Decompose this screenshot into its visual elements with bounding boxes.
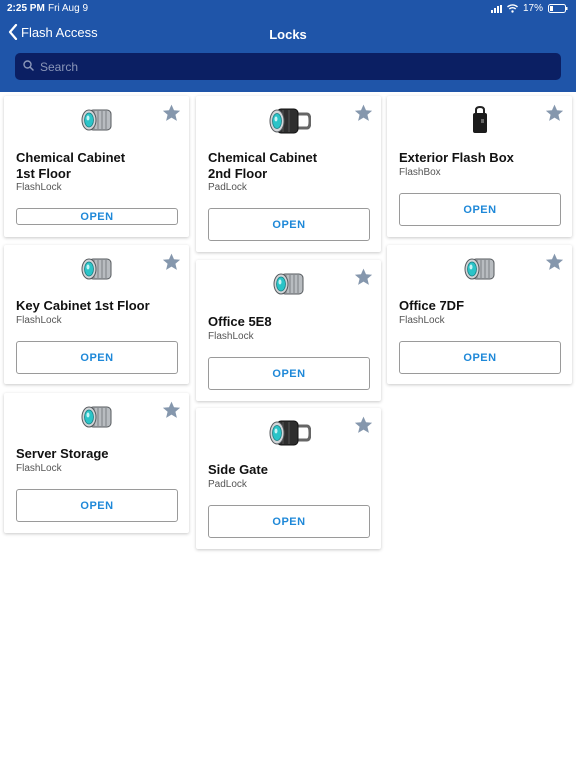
lock-type: FlashLock <box>16 315 62 326</box>
lock-name: Chemical Cabinet 1st Floor <box>16 150 126 181</box>
wifi-icon <box>506 4 518 13</box>
open-button[interactable]: OPEN <box>16 341 178 374</box>
lock-card[interactable]: Key Cabinet 1st Floor FlashLock OPEN <box>4 245 189 384</box>
open-button[interactable]: OPEN <box>399 341 561 374</box>
status-date: Fri Aug 9 <box>48 3 89 14</box>
battery-percent: 17% <box>522 3 543 14</box>
open-button[interactable]: OPEN <box>399 193 561 226</box>
lock-type: FlashLock <box>16 463 62 474</box>
lock-card[interactable]: Server Storage FlashLock OPEN <box>4 393 189 533</box>
lock-type: PadLock <box>208 479 247 490</box>
lock-name: Office 5E8 <box>208 314 272 329</box>
lock-card[interactable]: Office 7DF FlashLock OPEN <box>387 245 572 384</box>
lock-card[interactable]: Chemical Cabinet 1st Floor FlashLock OPEN <box>4 96 189 237</box>
open-button[interactable]: OPEN <box>208 357 370 390</box>
lock-type: FlashBox <box>399 167 441 178</box>
open-button[interactable]: OPEN <box>16 208 178 225</box>
lock-card[interactable]: Exterior Flash Box FlashBox OPEN <box>387 96 572 237</box>
open-button[interactable]: OPEN <box>16 489 178 522</box>
status-indicators: 17% <box>490 3 568 14</box>
lock-card[interactable]: Office 5E8 FlashLock OPEN <box>196 260 381 401</box>
lock-name: Key Cabinet 1st Floor <box>16 298 150 313</box>
app-header: 2:25 PM Fri Aug 9 17% Flash Access Locks <box>0 0 576 92</box>
lock-name: Server Storage <box>16 446 109 461</box>
lock-card[interactable]: Chemical Cabinet 2nd Floor PadLock OPEN <box>196 96 381 252</box>
navigation-bar: Flash Access Locks <box>0 20 576 50</box>
status-time: 2:25 PM <box>7 3 45 14</box>
lock-type: FlashLock <box>399 315 445 326</box>
lock-name: Chemical Cabinet 2nd Floor <box>208 150 318 181</box>
favorite-star-icon[interactable] <box>545 253 564 276</box>
search-bar[interactable] <box>15 53 561 80</box>
open-button[interactable]: OPEN <box>208 505 370 538</box>
search-icon <box>23 58 34 76</box>
open-button[interactable]: OPEN <box>208 208 370 241</box>
lock-name: Side Gate <box>208 462 268 477</box>
favorite-star-icon[interactable] <box>354 268 373 291</box>
cellular-signal-icon <box>490 4 502 13</box>
battery-icon <box>548 4 568 13</box>
favorite-star-icon[interactable] <box>354 104 373 127</box>
favorite-star-icon[interactable] <box>354 416 373 439</box>
favorite-star-icon[interactable] <box>162 104 181 127</box>
lock-name: Office 7DF <box>399 298 465 313</box>
lock-type: PadLock <box>208 182 247 193</box>
lock-type: FlashLock <box>208 331 254 342</box>
favorite-star-icon[interactable] <box>545 104 564 127</box>
status-bar: 2:25 PM Fri Aug 9 17% <box>0 0 576 18</box>
lock-type: FlashLock <box>16 182 62 193</box>
favorite-star-icon[interactable] <box>162 401 181 424</box>
page-title: Locks <box>269 27 307 42</box>
lock-card[interactable]: Side Gate PadLock OPEN <box>196 408 381 549</box>
search-input[interactable] <box>40 59 540 74</box>
lock-name: Exterior Flash Box <box>399 150 514 165</box>
favorite-star-icon[interactable] <box>162 253 181 276</box>
